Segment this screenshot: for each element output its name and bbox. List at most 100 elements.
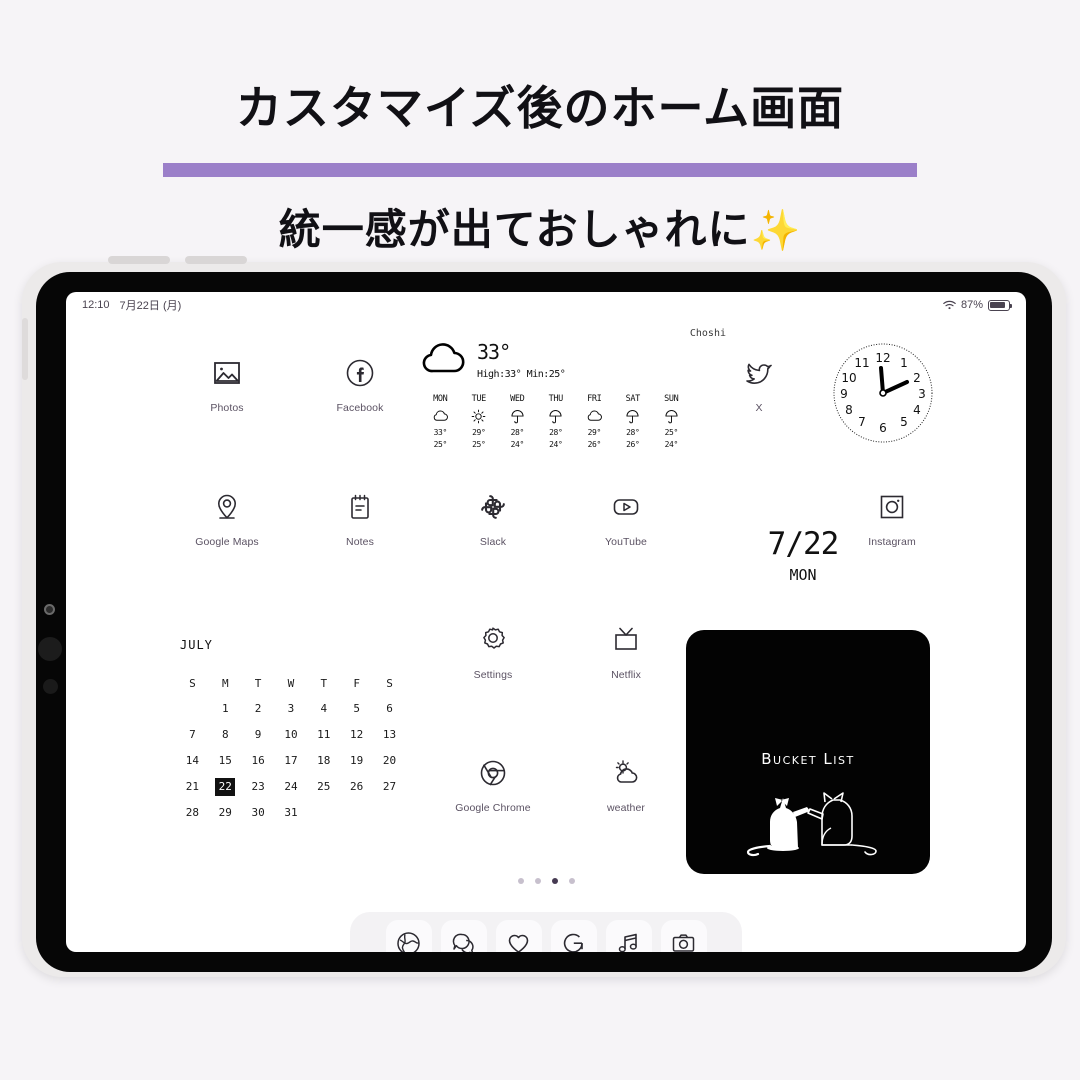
globe-icon	[397, 931, 420, 952]
forecast-day: FRI 29° 26°	[575, 394, 614, 450]
volume-up-button[interactable]	[108, 256, 170, 264]
dock-health[interactable]	[495, 920, 542, 952]
page-indicator[interactable]	[66, 878, 1026, 884]
bucket-list-widget[interactable]: Bucket List	[686, 630, 930, 874]
notes-icon	[343, 490, 377, 524]
svg-text:12: 12	[875, 351, 890, 365]
forecast-day-label: FRI	[587, 394, 602, 404]
umbrella-icon	[498, 407, 537, 425]
forecast-high: 29°	[587, 428, 602, 437]
page-dot-active[interactable]	[551, 878, 558, 884]
instagram-icon	[875, 490, 909, 524]
page-dot[interactable]	[517, 878, 524, 884]
svg-text:2: 2	[913, 371, 921, 385]
page-dot[interactable]	[534, 878, 541, 884]
app-google-chrome[interactable]: Google Chrome	[439, 756, 547, 814]
analog-clock-icon: 12 12 345 678 91011	[833, 343, 933, 443]
app-facebook[interactable]: Facebook	[306, 356, 414, 414]
umbrella-icon	[652, 407, 691, 425]
forecast-day: SUN 25° 24°	[652, 394, 691, 450]
tv-icon	[609, 623, 643, 657]
calendar-day: 3	[287, 702, 295, 715]
dock-messages[interactable]	[440, 920, 487, 952]
status-bar-left: 12:10 7月22日 (月)	[82, 297, 181, 313]
svg-text:6: 6	[879, 421, 887, 435]
sensor-dot-small	[43, 679, 58, 694]
app-instagram[interactable]: Instagram	[838, 490, 946, 548]
app-google-maps[interactable]: Google Maps	[173, 490, 281, 548]
calendar-day: 7	[189, 728, 196, 741]
app-netflix[interactable]: Netflix	[572, 623, 680, 681]
svg-text:9: 9	[840, 387, 848, 401]
calendar-week-row: 7 8 9 10 11 12 13	[176, 722, 406, 748]
forecast-day-label: MON	[433, 394, 448, 404]
calendar-day: 17	[284, 754, 298, 767]
sensor-dot-large	[38, 637, 62, 661]
music-note-icon	[618, 933, 637, 952]
weather-temps: 33° High:33° Min:25°	[477, 340, 566, 380]
forecast-day-label: SAT	[625, 394, 641, 404]
accent-divider	[163, 163, 917, 177]
forecast-day-label: SUN	[664, 394, 679, 404]
app-youtube[interactable]: YouTube	[572, 490, 680, 548]
calendar-day	[307, 800, 340, 826]
dock	[350, 912, 742, 952]
poster: カスタマイズ後のホーム画面 統一感が出ておしゃれに✨ 12:10 7月22日 (…	[0, 0, 1080, 1080]
calendar-weekday-header: S	[189, 676, 196, 690]
calendar-day: 25	[317, 780, 331, 793]
calendar-month: JULY	[180, 638, 213, 652]
weather-forecast-row: MON 33° 25° TUE 29° 25° WED 28° 24° THU …	[421, 394, 691, 450]
calendar-weekday-header: S	[386, 676, 393, 690]
app-weather[interactable]: weather	[572, 756, 680, 814]
forecast-high: 28°	[549, 428, 563, 437]
forecast-low: 26°	[626, 439, 640, 449]
power-button[interactable]	[22, 318, 28, 380]
gear-icon	[476, 623, 510, 657]
page-dot[interactable]	[568, 878, 575, 884]
analog-clock-widget[interactable]: 12 1 2 345 678 9 10 11	[832, 342, 934, 444]
app-notes[interactable]: Notes	[306, 490, 414, 548]
svg-text:8: 8	[845, 403, 853, 417]
forecast-day: MON 33° 25°	[421, 394, 460, 450]
app-label: Instagram	[868, 536, 916, 548]
dock-google[interactable]	[550, 920, 597, 952]
forecast-day-label: WED	[510, 394, 525, 404]
calendar-day: 20	[382, 754, 397, 767]
weather-widget[interactable]: Choshi 33° High:33° Min:25° MON 33° 25° …	[421, 328, 726, 450]
calendar-widget[interactable]: JULY S M T W T F S 1 2 3 4 5 6 7 8 9 10 …	[176, 638, 406, 826]
calendar-header-row: S M T W T F S	[176, 670, 406, 696]
calendar-day: 24	[284, 780, 298, 793]
camera-icon	[672, 933, 695, 952]
calendar-day: 29	[218, 806, 232, 819]
app-label: Netflix	[611, 669, 641, 681]
app-label: Photos	[210, 402, 244, 414]
svg-text:7: 7	[858, 415, 866, 429]
dock-safari[interactable]	[385, 920, 432, 952]
status-bar-right: 87%	[943, 299, 1012, 311]
forecast-day: TUE 29° 25°	[460, 394, 499, 450]
forecast-high: 28°	[510, 428, 525, 437]
forecast-high: 25°	[664, 428, 679, 437]
app-photos[interactable]: Photos	[173, 356, 281, 414]
calendar-day: 12	[350, 728, 364, 741]
calendar-day: 15	[218, 754, 232, 767]
facebook-icon	[343, 356, 377, 390]
app-label: Facebook	[336, 402, 384, 414]
app-slack[interactable]: Slack	[439, 490, 547, 548]
calendar-weekday-header: F	[353, 676, 360, 690]
calendar-day: 5	[353, 702, 360, 715]
calendar-day: 30	[251, 806, 265, 819]
sun-cloud-icon	[609, 756, 643, 790]
sparkle-icon: ✨	[750, 208, 802, 254]
app-settings[interactable]: Settings	[439, 623, 547, 681]
dock-music[interactable]	[605, 920, 652, 952]
dock-camera[interactable]	[660, 920, 707, 952]
forecast-high: 33°	[433, 428, 448, 437]
calendar-weekday-header: W	[287, 676, 295, 690]
calendar-day: 2	[254, 702, 262, 715]
app-label: Notes	[346, 536, 374, 548]
app-x[interactable]: X	[705, 356, 813, 414]
calendar-weekday-header: T	[320, 676, 328, 690]
part-cloud-icon	[575, 407, 614, 425]
volume-down-button[interactable]	[185, 256, 247, 264]
